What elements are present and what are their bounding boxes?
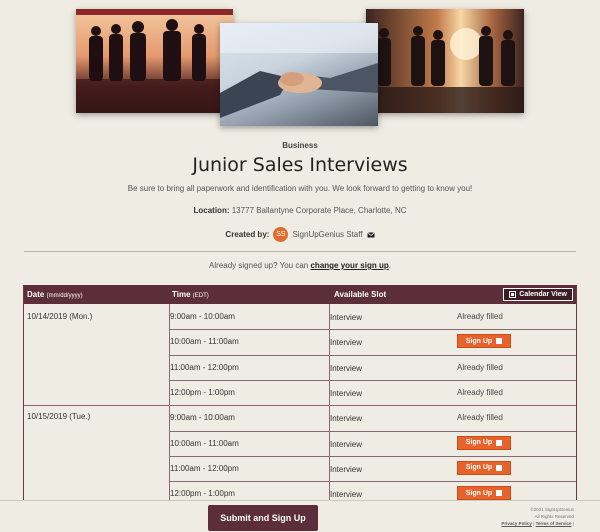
slot-cell: Interview xyxy=(330,439,363,449)
signup-label: Sign Up xyxy=(465,489,493,497)
table-row: 9:00am - 10:00am Interview Already filled xyxy=(24,405,576,430)
terms-link[interactable]: Terms of Service xyxy=(536,521,572,526)
legal-separator: | xyxy=(533,521,535,526)
signup-button[interactable]: Sign Up xyxy=(457,460,511,475)
meeting-photo xyxy=(366,9,524,113)
already-signed-up: Already signed up? You can change your s… xyxy=(0,261,600,270)
time-cell: 10:00am - 11:00am xyxy=(170,337,239,347)
col-time-label: Time xyxy=(172,290,191,299)
signup-button[interactable]: Sign Up xyxy=(457,435,511,450)
divider xyxy=(24,251,576,252)
handshake-photo xyxy=(220,23,378,126)
signup-label: Sign Up xyxy=(465,464,493,472)
time-cell: 12:00pm - 1:00pm xyxy=(170,387,235,397)
envelope-icon[interactable] xyxy=(366,231,375,238)
col-time-header: Time (EDT) xyxy=(172,290,209,299)
location-value: 13777 Ballantyne Corporate Place, Charlo… xyxy=(231,206,407,215)
slot-cell: Interview xyxy=(330,490,363,500)
status-cell: Already filled xyxy=(457,413,503,423)
table-header: Date (mm/dd/yyyy) Time (EDT) Available S… xyxy=(24,285,576,304)
rights: All Rights Reserved xyxy=(534,514,574,519)
category-label: Business xyxy=(282,141,318,150)
time-cell: 9:00am - 10:00am xyxy=(170,413,235,423)
table-row: 10:00am - 11:00am Interview Sign Up xyxy=(24,329,576,354)
created-by-label: Created by: xyxy=(225,229,270,239)
time-cell: 10:00am - 11:00am xyxy=(170,438,239,448)
time-cell: 11:00am - 12:00pm xyxy=(170,362,239,372)
table-row: 12:00pm - 1:00pm Interview Already filled xyxy=(24,380,576,405)
creator-name: SignUpGenius Staff xyxy=(292,229,363,239)
status-cell: Already filled xyxy=(457,387,503,397)
table-row: 10:00am - 11:00am Interview Sign Up xyxy=(24,431,576,456)
col-date-header: Date (mm/dd/yyyy) xyxy=(27,290,83,299)
time-cell: 11:00am - 12:00pm xyxy=(170,463,239,473)
time-cell: 12:00pm - 1:00pm xyxy=(170,489,235,499)
legal-links: Privacy Policy | Terms of Service | xyxy=(501,520,574,527)
hero-images xyxy=(0,0,600,135)
checkbox-icon xyxy=(496,338,503,345)
col-date-label: Date xyxy=(27,290,45,299)
location: Location: 13777 Ballantyne Corporate Pla… xyxy=(0,206,600,215)
legal-trail: | xyxy=(572,521,574,526)
table-row: 11:00am - 12:00pm Interview Already filled xyxy=(24,355,576,380)
calendar-view-label: Calendar View xyxy=(519,291,567,298)
status-cell: Already filled xyxy=(457,312,503,321)
privacy-link[interactable]: Privacy Policy xyxy=(501,521,532,526)
slot-cell: Interview xyxy=(330,313,363,322)
table-row: 11:00am - 12:00pm Interview Sign Up xyxy=(24,456,576,481)
signup-label: Sign Up xyxy=(465,337,493,345)
already-signed-suffix: . xyxy=(388,261,391,270)
change-signup-link[interactable]: change your sign up xyxy=(310,261,388,270)
legal: ©2021 SignUpGenius All Rights Reserved P… xyxy=(501,506,574,527)
location-label: Location: xyxy=(193,206,230,215)
signup-button[interactable]: Sign Up xyxy=(457,334,511,349)
signup-label: Sign Up xyxy=(465,439,493,446)
time-cell: 9:00am - 10:00am xyxy=(170,312,235,321)
signup-table: Date (mm/dd/yyyy) Time (EDT) Available S… xyxy=(23,285,577,503)
col-date-hint: (mm/dd/yyyy) xyxy=(46,293,83,299)
table-row: 9:00am - 10:00am Interview Already filled xyxy=(24,304,576,329)
created-by: Created by: SS SignUpGenius Staff xyxy=(0,226,600,242)
slot-cell: Interview xyxy=(330,414,363,424)
col-slot-header: Available Slot xyxy=(334,290,387,299)
calendar-view-button[interactable]: Calendar View xyxy=(503,288,573,301)
signup-button[interactable]: Sign Up xyxy=(457,486,511,501)
team-silhouette-photo xyxy=(76,9,233,113)
already-signed-text: Already signed up? You can xyxy=(209,261,309,270)
page-title: Junior Sales Interviews xyxy=(192,154,408,176)
copyright: ©2021 SignUpGenius xyxy=(530,507,574,512)
submit-signup-button[interactable]: Submit and Sign Up xyxy=(208,505,318,531)
slot-cell: Interview xyxy=(330,363,363,373)
footer: Submit and Sign Up ©2021 SignUpGenius Al… xyxy=(0,500,600,532)
avatar: SS xyxy=(273,226,289,242)
checkbox-icon xyxy=(496,464,503,471)
slot-cell: Interview xyxy=(330,464,363,474)
status-cell: Already filled xyxy=(457,362,503,372)
calendar-icon xyxy=(509,291,517,298)
col-time-hint: (EDT) xyxy=(192,293,209,299)
slot-cell: Interview xyxy=(330,388,363,398)
checkbox-icon xyxy=(496,439,503,446)
checkbox-icon xyxy=(496,490,503,497)
description: Be sure to bring all paperwork and ident… xyxy=(127,184,473,193)
slot-cell: Interview xyxy=(330,338,363,348)
